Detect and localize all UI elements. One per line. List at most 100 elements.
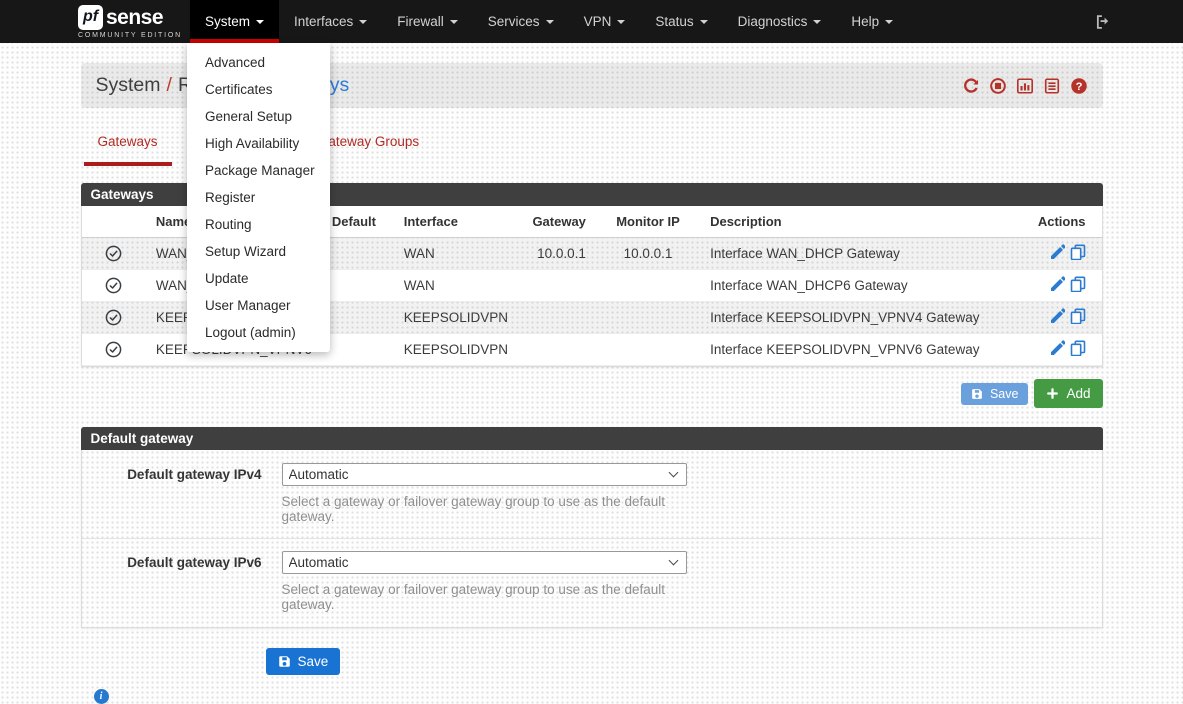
default-gateway-ipv4-label: Default gateway IPv4 bbox=[82, 463, 262, 524]
default-gateway-panel-title: Default gateway bbox=[81, 427, 1103, 450]
gateway-monitor-ip bbox=[596, 334, 700, 366]
caret-down-icon bbox=[546, 20, 554, 24]
copy-icon[interactable] bbox=[1070, 308, 1086, 324]
gateway-address bbox=[518, 302, 596, 334]
menu-interfaces-label: Interfaces bbox=[294, 14, 353, 29]
tab-gateways[interactable]: Gateways bbox=[84, 129, 172, 166]
edit-pencil-icon[interactable] bbox=[1049, 308, 1065, 324]
col-gateway: Gateway bbox=[518, 206, 596, 238]
caret-down-icon bbox=[885, 20, 893, 24]
refresh-icon[interactable] bbox=[962, 77, 980, 95]
gateway-address: 10.0.0.1 bbox=[518, 238, 596, 270]
edit-pencil-icon[interactable] bbox=[1049, 276, 1065, 292]
gateway-interface: WAN bbox=[394, 238, 518, 270]
menu-vpn-label: VPN bbox=[584, 14, 612, 29]
default-gateway-ipv6-help: Select a gateway or failover gateway gro… bbox=[282, 582, 687, 612]
system-menu-register[interactable]: Register bbox=[187, 184, 330, 211]
menu-vpn[interactable]: VPN bbox=[569, 0, 641, 43]
col-monitor-ip: Monitor IP bbox=[596, 206, 700, 238]
default-gateway-ipv4-select[interactable]: Automatic bbox=[282, 463, 687, 486]
gateway-interface: WAN bbox=[394, 270, 518, 302]
check-circle-icon bbox=[82, 238, 146, 270]
system-menu-routing[interactable]: Routing bbox=[187, 211, 330, 238]
edit-pencil-icon[interactable] bbox=[1049, 340, 1065, 356]
gateway-description: Interface WAN_DHCP Gateway bbox=[700, 238, 1026, 270]
bar-chart-icon[interactable] bbox=[1016, 77, 1034, 95]
caret-down-icon bbox=[617, 20, 625, 24]
default-gateway-ipv4-help: Select a gateway or failover gateway gro… bbox=[282, 494, 687, 524]
menu-services[interactable]: Services bbox=[473, 0, 569, 43]
system-menu-update[interactable]: Update bbox=[187, 265, 330, 292]
gateway-address bbox=[518, 334, 596, 366]
add-button[interactable]: Add bbox=[1034, 379, 1102, 408]
form-row-ipv6: Default gateway IPv6 Automatic Select a … bbox=[82, 538, 1102, 626]
svg-text:?: ? bbox=[1075, 80, 1082, 92]
caret-down-icon bbox=[700, 20, 708, 24]
pfsense-logo[interactable]: pf sense COMMUNITY EDITION bbox=[78, 0, 182, 43]
breadcrumb-system: System bbox=[96, 74, 161, 96]
save-button-label: Save bbox=[298, 654, 329, 669]
menu-system-label: System bbox=[205, 14, 250, 29]
gateway-default bbox=[322, 270, 394, 302]
system-dropdown-menu: Advanced Certificates General Setup High… bbox=[187, 43, 330, 352]
form-row-ipv4: Default gateway IPv4 Automatic Select a … bbox=[82, 451, 1102, 538]
col-actions: Actions bbox=[1027, 206, 1102, 238]
floppy-icon bbox=[971, 388, 983, 400]
log-file-icon[interactable] bbox=[1043, 77, 1061, 95]
copy-icon[interactable] bbox=[1070, 244, 1086, 260]
menu-diagnostics[interactable]: Diagnostics bbox=[723, 0, 837, 43]
col-default: Default bbox=[322, 206, 394, 238]
col-interface: Interface bbox=[394, 206, 518, 238]
menu-diagnostics-label: Diagnostics bbox=[738, 14, 808, 29]
system-menu-setup-wizard[interactable]: Setup Wizard bbox=[187, 238, 330, 265]
help-icon[interactable]: ? bbox=[1070, 77, 1088, 95]
info-icon[interactable]: i bbox=[94, 689, 109, 704]
default-gateway-ipv6-label: Default gateway IPv6 bbox=[82, 551, 262, 612]
plus-icon bbox=[1046, 387, 1059, 400]
edit-pencil-icon[interactable] bbox=[1049, 244, 1065, 260]
sign-out-icon[interactable] bbox=[1092, 13, 1110, 31]
menu-status-label: Status bbox=[655, 14, 693, 29]
save-button-label: Save bbox=[990, 387, 1019, 401]
check-circle-icon bbox=[82, 334, 146, 366]
add-button-label: Add bbox=[1066, 386, 1090, 401]
gateway-default bbox=[322, 302, 394, 334]
pf-logo-icon: pf bbox=[78, 5, 103, 30]
caret-down-icon bbox=[256, 20, 264, 24]
brand-subtitle: COMMUNITY EDITION bbox=[78, 32, 182, 39]
save-button[interactable]: Save bbox=[961, 383, 1029, 405]
menu-status[interactable]: Status bbox=[640, 0, 722, 43]
stop-circle-icon[interactable] bbox=[989, 77, 1007, 95]
brand-name: sense bbox=[106, 7, 163, 28]
gateway-description: Interface KEEPSOLIDVPN_VPNV4 Gateway bbox=[700, 302, 1026, 334]
system-menu-logout[interactable]: Logout (admin) bbox=[187, 319, 330, 346]
gateway-monitor-ip bbox=[596, 302, 700, 334]
default-gateway-panel: Default gateway Default gateway IPv4 Aut… bbox=[81, 427, 1103, 628]
gateway-default bbox=[322, 334, 394, 366]
menu-services-label: Services bbox=[488, 14, 540, 29]
system-menu-certificates[interactable]: Certificates bbox=[187, 76, 330, 103]
menu-help[interactable]: Help bbox=[836, 0, 908, 43]
system-menu-advanced[interactable]: Advanced bbox=[187, 49, 330, 76]
floppy-icon bbox=[278, 655, 291, 668]
system-menu-high-availability[interactable]: High Availability bbox=[187, 130, 330, 157]
gateway-interface: KEEPSOLIDVPN bbox=[394, 302, 518, 334]
check-circle-icon bbox=[82, 302, 146, 334]
menu-firewall-label: Firewall bbox=[397, 14, 444, 29]
system-menu-user-manager[interactable]: User Manager bbox=[187, 292, 330, 319]
main-menu: System Interfaces Firewall Services VPN … bbox=[190, 0, 908, 43]
menu-firewall[interactable]: Firewall bbox=[382, 0, 473, 43]
copy-icon[interactable] bbox=[1070, 340, 1086, 356]
menu-system[interactable]: System bbox=[190, 0, 279, 43]
check-circle-icon bbox=[82, 270, 146, 302]
caret-down-icon bbox=[813, 20, 821, 24]
default-gateway-ipv6-select[interactable]: Automatic bbox=[282, 551, 687, 574]
system-menu-general-setup[interactable]: General Setup bbox=[187, 103, 330, 130]
copy-icon[interactable] bbox=[1070, 276, 1086, 292]
breadcrumb-separator: / bbox=[161, 74, 178, 96]
menu-interfaces[interactable]: Interfaces bbox=[279, 0, 382, 43]
system-menu-package-manager[interactable]: Package Manager bbox=[187, 157, 330, 184]
caret-down-icon bbox=[450, 20, 458, 24]
gateway-address bbox=[518, 270, 596, 302]
save-button-bottom[interactable]: Save bbox=[266, 648, 341, 675]
